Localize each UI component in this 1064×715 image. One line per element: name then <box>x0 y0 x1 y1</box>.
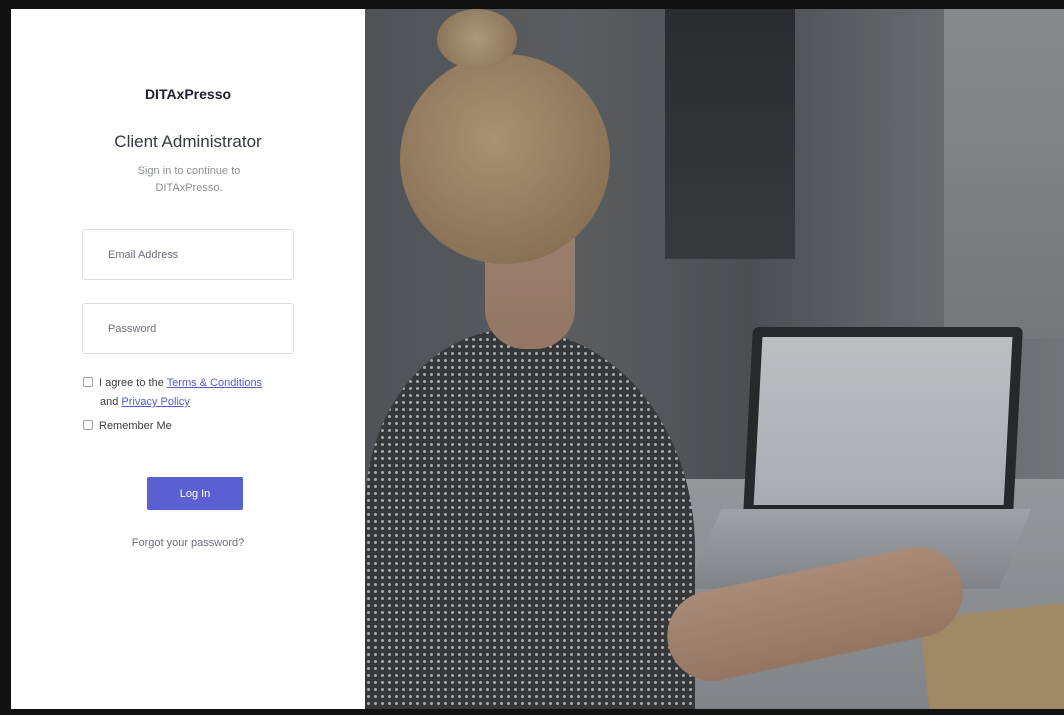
terms-row: I agree to the Terms & Conditions and Pr… <box>83 373 262 412</box>
remember-checkbox[interactable] <box>83 420 93 430</box>
window-frame: DITAxPresso Client Administrator Sign in… <box>0 0 1064 715</box>
terms-link[interactable]: Terms & Conditions <box>167 377 262 389</box>
remember-label: Remember Me <box>99 420 172 432</box>
email-field[interactable] <box>82 229 294 280</box>
hero-image <box>365 9 1064 709</box>
hero-overlay <box>365 9 1064 709</box>
remember-row: Remember Me <box>83 416 172 436</box>
page-title: Client Administrator <box>114 132 262 151</box>
login-button[interactable]: Log In <box>147 477 243 510</box>
terms-prefix: I agree to the <box>99 377 164 389</box>
privacy-link[interactable]: Privacy Policy <box>121 396 189 408</box>
terms-middle: and <box>100 396 119 408</box>
password-field[interactable] <box>82 303 294 354</box>
login-panel: DITAxPresso Client Administrator Sign in… <box>11 9 365 709</box>
brand-name: DITAxPresso <box>144 86 232 102</box>
signin-subtext: Sign in to continue to DITAxPresso. <box>137 165 241 194</box>
forgot-password-link[interactable]: Forgot your password? <box>11 537 365 549</box>
terms-second-line: and Privacy Policy <box>83 392 262 412</box>
terms-checkbox[interactable] <box>83 377 93 387</box>
